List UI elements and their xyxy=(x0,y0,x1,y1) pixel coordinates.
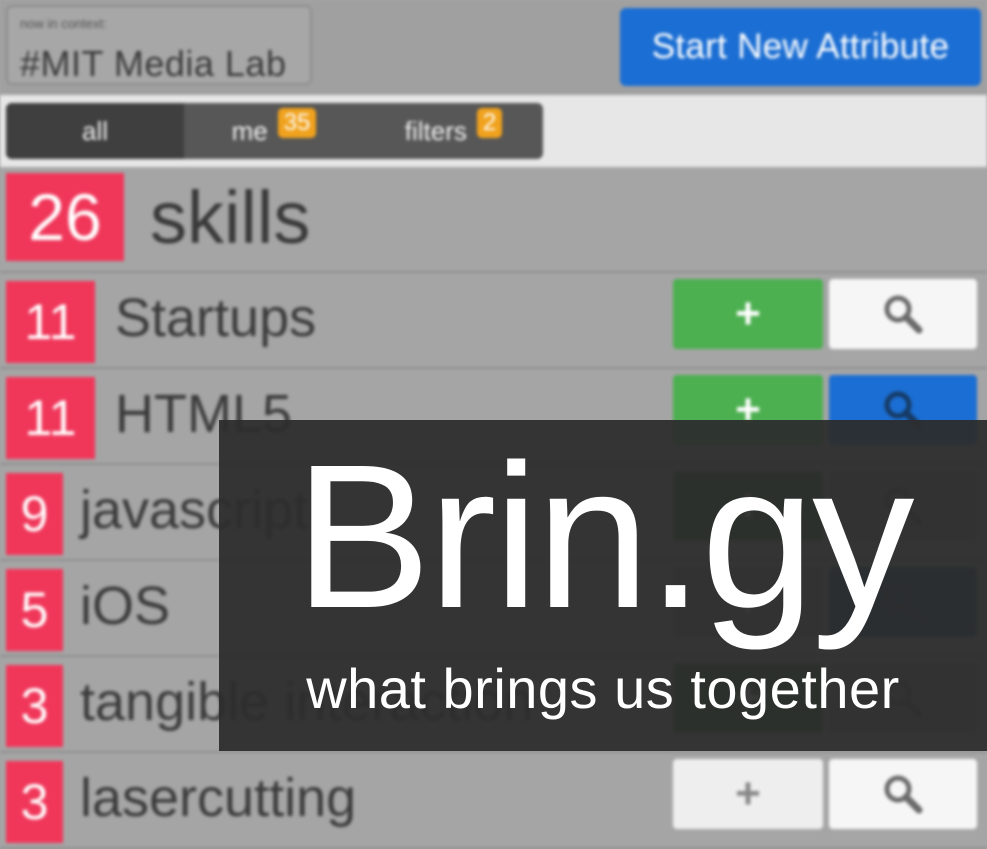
context-selector[interactable]: now in context: #MIT Media Lab xyxy=(6,5,312,85)
context-caption: now in context: xyxy=(20,16,107,31)
group-header[interactable]: 26 skills xyxy=(0,167,987,273)
plus-icon: + xyxy=(735,769,761,818)
add-button[interactable]: + xyxy=(673,279,823,349)
magnifier-icon xyxy=(884,775,923,814)
item-count: 5 xyxy=(6,569,63,651)
tab-all-label: all xyxy=(81,115,108,146)
header-bar: now in context: #MIT Media Lab Start New… xyxy=(0,0,987,95)
plus-icon: + xyxy=(735,289,761,338)
group-title: skills xyxy=(150,176,311,259)
group-count: 26 xyxy=(6,173,124,261)
tab-filters[interactable]: filters 2 xyxy=(364,103,543,159)
item-count: 11 xyxy=(6,281,95,363)
item-count: 3 xyxy=(6,665,63,747)
tab-me-label: me xyxy=(231,115,268,146)
item-count: 3 xyxy=(6,761,63,843)
item-count: 11 xyxy=(6,377,95,459)
item-label: lasercutting xyxy=(80,768,357,828)
brand-name: Brin.gy xyxy=(294,422,914,651)
tab-me[interactable]: me 35 xyxy=(184,103,364,159)
brand-overlay: Brin.gy what brings us together xyxy=(219,420,987,751)
start-new-attribute-button[interactable]: Start New Attribute xyxy=(620,8,981,86)
magnifier-icon xyxy=(884,295,923,334)
item-label: Startups xyxy=(115,288,317,348)
add-button[interactable]: + xyxy=(673,759,823,829)
tab-filters-label: filters xyxy=(404,115,467,146)
search-button[interactable] xyxy=(829,759,977,829)
tab-filters-badge: 2 xyxy=(476,108,503,138)
tab-me-badge: 35 xyxy=(277,108,317,138)
brand-tagline: what brings us together xyxy=(306,657,900,720)
tab-all[interactable]: all xyxy=(6,103,184,159)
context-name: #MIT Media Lab xyxy=(20,43,287,84)
filter-tabbar: all me 35 filters 2 xyxy=(6,103,543,159)
tab-band: all me 35 filters 2 xyxy=(0,95,987,167)
item-label: iOS xyxy=(80,576,171,636)
list-item[interactable]: 11 Startups + xyxy=(0,273,987,369)
search-button[interactable] xyxy=(829,279,977,349)
item-count: 9 xyxy=(6,473,63,555)
